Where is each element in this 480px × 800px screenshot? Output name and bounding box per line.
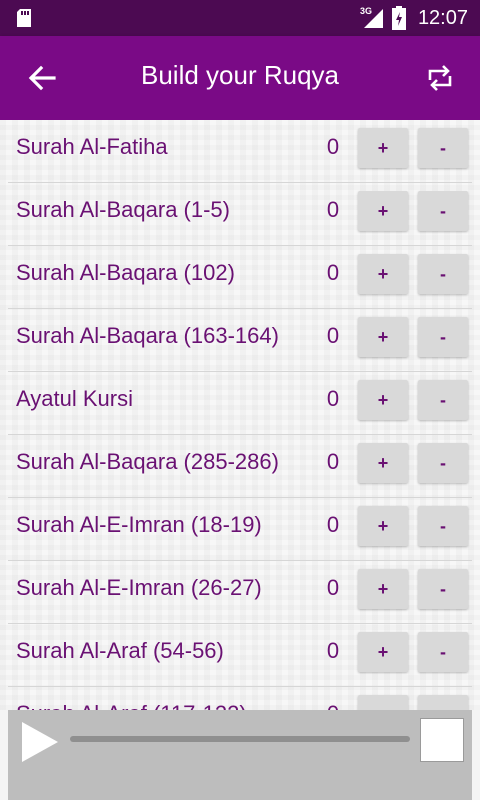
surah-label: Surah Al-Baqara (163-164)	[16, 323, 279, 348]
repeat-count: 0	[322, 701, 344, 710]
increment-button[interactable]: +	[358, 254, 408, 294]
repeat-count: 0	[326, 323, 340, 348]
clock: 12:07	[417, 6, 468, 29]
decrement-button[interactable]: -	[418, 254, 468, 294]
increment-button[interactable]: +	[358, 632, 408, 672]
increment-button[interactable]: +	[358, 443, 408, 483]
repeat-count: 0	[326, 575, 340, 600]
decrement-button[interactable]: -	[418, 569, 468, 609]
stop-icon[interactable]	[420, 718, 464, 762]
surah-label: Surah Al-Baqara (285-286)	[16, 449, 279, 474]
repeat-count: 0	[326, 197, 340, 222]
list-item: Surah Al-E-Imran (26-27) 0 + -	[8, 561, 472, 624]
increment-button[interactable]: +	[358, 506, 408, 546]
repeat-count: 0	[326, 386, 340, 411]
decrement-button[interactable]: -	[418, 191, 468, 231]
repeat-count: 0	[326, 449, 340, 474]
increment-button[interactable]: +	[358, 128, 408, 168]
surah-label: Surah Al-E-Imran (18-19)	[16, 512, 262, 537]
surah-label: Ayatul Kursi	[16, 386, 133, 411]
list-item: Surah Al-E-Imran (18-19) 0 + -	[8, 498, 472, 561]
decrement-button[interactable]: -	[418, 317, 468, 357]
decrement-button[interactable]: -	[418, 506, 468, 546]
network-type: 3G	[359, 6, 372, 16]
battery-charging-icon	[391, 6, 406, 30]
page-title: Build your Ruqya	[141, 60, 339, 90]
decrement-button[interactable]: -	[418, 128, 468, 168]
list-item: Surah Al-Baqara (1-5) 0 + -	[8, 183, 472, 246]
seek-bar[interactable]	[70, 736, 410, 742]
list-item: Surah Al-Baqara (285-286) 0 + -	[8, 435, 472, 498]
increment-button[interactable]: +	[358, 569, 408, 609]
play-icon[interactable]	[18, 720, 62, 764]
surah-label: Surah Al-Fatiha	[16, 134, 168, 159]
repeat-count: 0	[326, 134, 340, 159]
list-item: Surah Al-Araf (54-56) 0 + -	[8, 624, 472, 687]
surah-list[interactable]: Surah Al-Fatiha 0 + - Surah Al-Baqara (1…	[0, 120, 480, 710]
app-bar: Build your Ruqya	[0, 36, 480, 120]
repeat-count: 0	[326, 260, 340, 285]
surah-label: Surah Al-E-Imran (26-27)	[16, 575, 262, 600]
decrement-button[interactable]: -	[418, 632, 468, 672]
surah-label: Surah Al-Araf (54-56)	[16, 638, 224, 663]
sd-card-icon	[17, 9, 31, 27]
audio-player	[8, 710, 472, 800]
repeat-count: 0	[326, 512, 340, 537]
decrement-button[interactable]: -	[418, 380, 468, 420]
status-bar: 3G 12:07	[0, 0, 480, 36]
surah-label: Surah Al-Araf (117-122)	[16, 701, 247, 710]
decrement-button[interactable]: -	[418, 443, 468, 483]
swap-refresh-icon[interactable]	[422, 60, 458, 96]
list-item: Ayatul Kursi 0 + -	[8, 372, 472, 435]
list-item: Surah Al-Araf (117-122) 0 + -	[8, 687, 472, 710]
list-item: Surah Al-Baqara (163-164) 0 + -	[8, 309, 472, 372]
list-item: Surah Al-Baqara (102) 0 + -	[8, 246, 472, 309]
increment-button[interactable]: +	[358, 317, 408, 357]
increment-button[interactable]: +	[358, 380, 408, 420]
decrement-button[interactable]: -	[418, 695, 468, 710]
increment-button[interactable]: +	[358, 695, 408, 710]
list-item: Surah Al-Fatiha 0 + -	[8, 120, 472, 183]
signal-indicator: 3G	[359, 6, 384, 29]
surah-label: Surah Al-Baqara (1-5)	[16, 197, 230, 222]
increment-button[interactable]: +	[358, 191, 408, 231]
repeat-count: 0	[326, 638, 340, 663]
surah-label: Surah Al-Baqara (102)	[16, 260, 235, 285]
